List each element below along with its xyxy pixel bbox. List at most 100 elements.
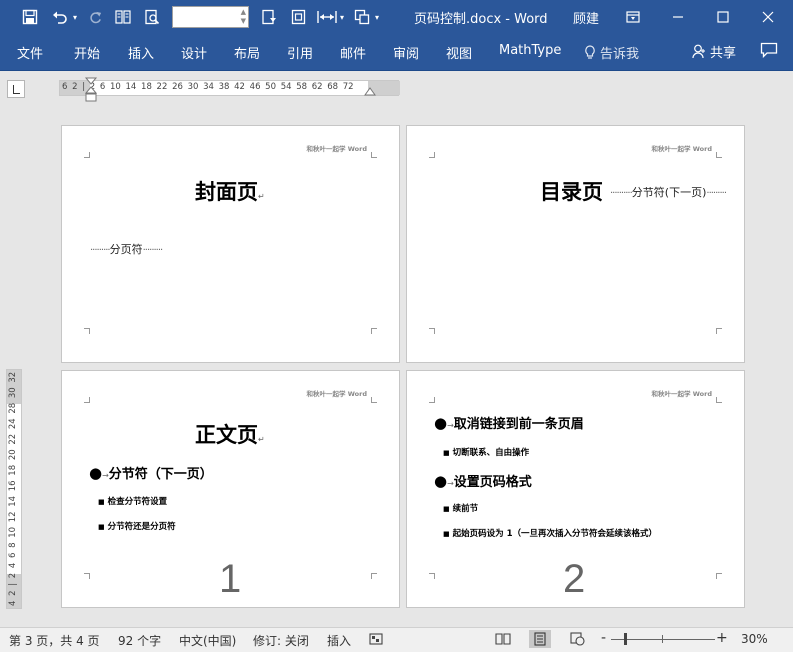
section-break-marker: ··········分节符(下一页)········· [610, 184, 727, 200]
break-dots-right: ········· [142, 245, 164, 256]
person-icon [692, 44, 705, 59]
share-label: 共享 [710, 46, 737, 61]
tab-references[interactable]: 引用 [287, 43, 313, 62]
word-count[interactable]: 92 个字 [118, 632, 161, 649]
square-bullet-icon: ■ [98, 523, 105, 531]
list-item-text: 分节符还是分页符 [107, 522, 176, 532]
page-number: 1 [219, 557, 242, 601]
comment-icon[interactable] [760, 42, 778, 61]
zoom-slider-thumb[interactable] [624, 633, 627, 645]
ribbon-display-icon[interactable] [611, 0, 655, 34]
page-break-marker: ·········分页符········· [90, 241, 164, 257]
page-toc[interactable]: 和秋叶一起学 Word 目录页 ··········分节符(下一页)······… [406, 125, 745, 363]
tab-layout[interactable]: 布局 [234, 43, 260, 62]
break-dots-right: ········· [706, 188, 727, 199]
page-header: 和秋叶一起学 Word [306, 145, 367, 153]
copy-format-icon[interactable] [350, 0, 374, 34]
undo-dropdown-icon[interactable]: ▾ [70, 0, 80, 34]
read-mode-icon[interactable] [492, 630, 514, 648]
user-name[interactable]: 顾建 [573, 8, 599, 27]
save-icon[interactable] [18, 0, 42, 34]
break-dots-left: ········· [90, 245, 111, 256]
list-item: ■ 起始页码设为 1（一旦再次插入分节符会延续该格式） [443, 527, 657, 539]
square-bullet-icon: ■ [443, 505, 450, 513]
list-item-text: 起始页码设为 1（一旦再次插入分节符会延续该格式） [452, 529, 658, 539]
list-item-text: 取消链接到前一条页眉 [453, 417, 584, 432]
tell-me-box[interactable]: 告诉我 [584, 43, 639, 62]
page-title-text: 正文页 [195, 423, 258, 447]
indent-marker-icon[interactable] [83, 77, 99, 105]
break-dots-left: ·········· [610, 188, 633, 199]
zoom-in-button[interactable]: + [716, 630, 728, 646]
paragraph-mark: ↵ [258, 192, 265, 201]
spinner-icon[interactable]: ▲ ▼ [241, 8, 246, 26]
tell-me-label: 告诉我 [600, 47, 640, 62]
undo-icon[interactable] [48, 0, 72, 34]
customize-qat-icon[interactable]: ▾ [372, 0, 382, 34]
page-header: 和秋叶一起学 Word [651, 145, 712, 153]
tab-review[interactable]: 审阅 [393, 43, 419, 62]
list-item-text: 切断联系、自由操作 [452, 448, 530, 458]
page-setup-icon[interactable] [257, 0, 281, 34]
horizontal-ruler-numbers: 6 2 | 2 6 10 14 18 22 26 30 34 38 42 46 … [62, 82, 354, 92]
language-indicator[interactable]: 中文(中国) [179, 632, 236, 649]
tab-mailings[interactable]: 邮件 [340, 43, 366, 62]
right-indent-marker-icon[interactable] [363, 86, 377, 100]
indent-dropdown-icon[interactable]: ▾ [337, 0, 347, 34]
page-title: 目录页 [540, 180, 603, 204]
tab-mathtype[interactable]: MathType [499, 43, 561, 58]
page-body-2[interactable]: 和秋叶一起学 Word ●→取消链接到前一条页眉 ■ 切断联系、自由操作 ●→设置… [406, 370, 745, 608]
bullet-icon: ● [434, 414, 448, 432]
page-info[interactable]: 第 3 页，共 4 页 [9, 632, 100, 649]
page-cover[interactable]: 和秋叶一起学 Word 封面页↵ ·········分页符········· [61, 125, 400, 363]
list-item: ■ 分节符还是分页符 [98, 520, 176, 532]
share-button[interactable]: 共享 [692, 42, 736, 61]
track-changes-status[interactable]: 修订: 关闭 [253, 632, 309, 649]
print-preview-icon[interactable] [141, 0, 163, 34]
page-header: 和秋叶一起学 Word [651, 390, 712, 398]
columns-icon[interactable] [112, 0, 134, 34]
tab-file[interactable]: 文件 [17, 43, 43, 62]
list-item-text: 分节符（下一页） [108, 467, 213, 482]
vertical-ruler-numbers: 4 2 | 2 4 6 8 10 12 14 16 18 20 22 24 28… [8, 371, 18, 606]
bullet-icon: ● [89, 464, 103, 482]
tab-design[interactable]: 设计 [181, 43, 207, 62]
page-title-text: 封面页 [195, 180, 258, 204]
ribbon-tabs: 文件 开始 插入 设计 布局 引用 邮件 审阅 视图 MathType 告诉我 … [0, 34, 793, 70]
list-item-text: 续前节 [452, 504, 479, 514]
tab-view[interactable]: 视图 [446, 43, 472, 62]
maximize-icon[interactable] [701, 0, 745, 34]
bullet-icon: ● [434, 472, 448, 490]
page-number: 2 [563, 557, 586, 601]
document-title: 页码控制.docx - Word [414, 12, 548, 27]
macro-record-icon[interactable] [365, 630, 387, 648]
list-item: ●→设置页码格式 [434, 472, 532, 490]
tab-stop-selector[interactable] [7, 80, 25, 98]
minimize-icon[interactable] [656, 0, 700, 34]
list-item: ■ 续前节 [443, 502, 478, 514]
list-item: ●→分节符（下一页） [89, 464, 213, 482]
page-body[interactable]: 和秋叶一起学 Word 正文页↵ ●→分节符（下一页） ■ 检查分节符设置 ■ 分节… [61, 370, 400, 608]
list-item: ●→取消链接到前一条页眉 [434, 414, 584, 432]
close-icon[interactable] [746, 0, 790, 34]
zoom-out-button[interactable]: - [601, 630, 606, 646]
horizontal-ruler[interactable]: 6 2 | 2 6 10 14 18 22 26 30 34 38 42 46 … [59, 80, 400, 96]
vertical-ruler[interactable]: 4 2 | 2 4 6 8 10 12 14 16 18 20 22 24 28… [6, 369, 22, 609]
list-item: ■ 检查分节符设置 [98, 495, 167, 507]
lightbulb-icon [585, 45, 595, 59]
page-title: 封面页↵ [195, 176, 265, 206]
square-bullet-icon: ■ [443, 449, 450, 457]
frame-icon[interactable] [286, 0, 310, 34]
tab-insert[interactable]: 插入 [128, 43, 154, 62]
square-bullet-icon: ■ [98, 498, 105, 506]
print-layout-icon[interactable] [529, 630, 551, 648]
square-bullet-icon: ■ [443, 530, 450, 538]
zoom-level[interactable]: 30% [741, 632, 768, 646]
page-header: 和秋叶一起学 Word [306, 390, 367, 398]
web-layout-icon[interactable] [566, 630, 588, 648]
break-label: 分页符 [109, 243, 143, 256]
tab-home[interactable]: 开始 [74, 43, 100, 62]
insert-mode[interactable]: 插入 [327, 632, 351, 649]
redo-icon[interactable] [84, 0, 106, 34]
name-box-input[interactable]: ▲ ▼ [172, 6, 249, 28]
